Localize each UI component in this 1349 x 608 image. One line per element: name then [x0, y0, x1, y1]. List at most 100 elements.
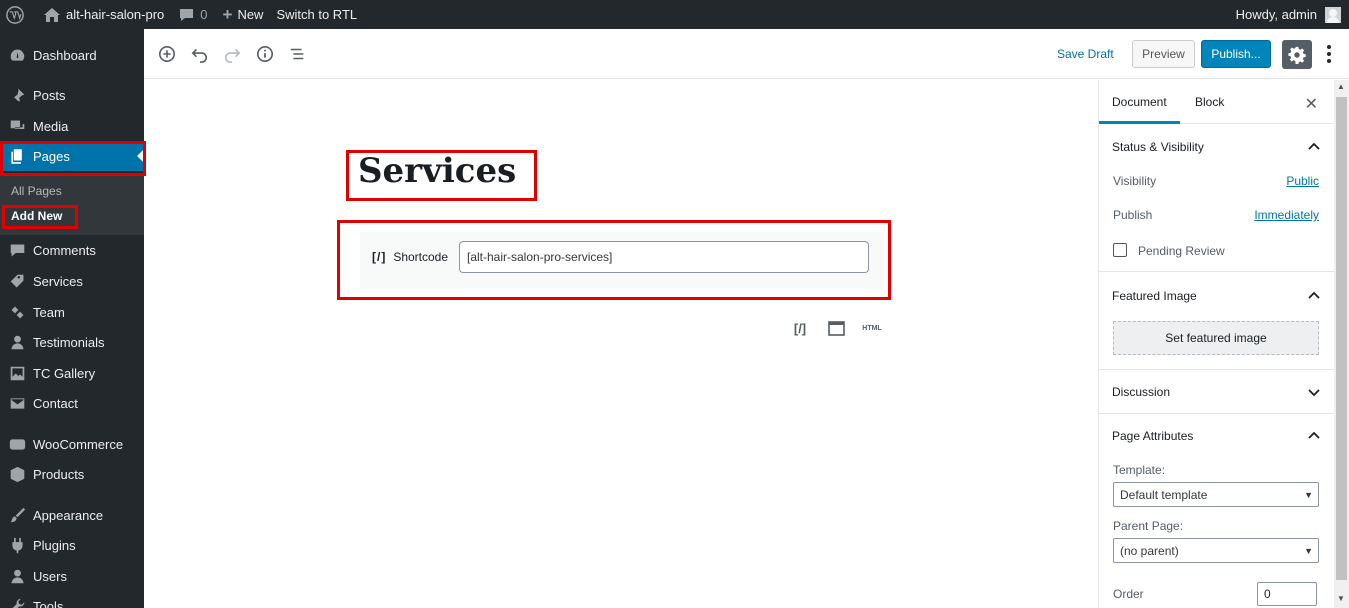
sidebar-item-dashboard[interactable]: Dashboard [0, 40, 144, 70]
tab-document[interactable]: Document [1099, 95, 1180, 124]
sidebar-item-team[interactable]: Team [0, 297, 144, 327]
sidebar-item-tc-gallery[interactable]: TC Gallery [0, 358, 144, 388]
sidebar-item-label: Comments [33, 242, 96, 258]
set-featured-image-button[interactable]: Set featured image [1113, 321, 1319, 355]
shortcode-icon: [/] [793, 320, 807, 336]
order-label: Order [1113, 587, 1144, 601]
template-label: Template: [1113, 463, 1166, 477]
sidebar-item-comments[interactable]: Comments [0, 235, 144, 265]
info-icon [256, 45, 274, 63]
wordpress-logo-icon[interactable] [0, 0, 31, 29]
visibility-link[interactable]: Public [1286, 174, 1319, 188]
insert-classic-button[interactable] [827, 320, 845, 336]
parent-page-label: Parent Page: [1113, 519, 1184, 533]
sidebar-item-contact[interactable]: Contact [0, 388, 144, 418]
publish-date-link[interactable]: Immediately [1254, 208, 1319, 222]
avatar [1325, 6, 1341, 23]
template-select-value: Default template [1120, 487, 1208, 502]
visibility-label: Visibility [1113, 174, 1157, 188]
plus-icon: + [222, 4, 233, 24]
publish-button[interactable]: Publish... [1201, 40, 1271, 68]
info-button[interactable] [254, 43, 276, 65]
preview-button[interactable]: Preview [1132, 40, 1195, 68]
sidebar-item-label: Dashboard [33, 47, 97, 63]
switch-rtl-link[interactable]: Switch to RTL [270, 0, 364, 29]
dropdown-arrow-icon: ▼ [1304, 546, 1313, 556]
comments-link[interactable]: 0 [171, 0, 214, 29]
submenu-all-pages[interactable]: All Pages [11, 184, 62, 198]
dashboard-icon [8, 46, 26, 64]
redo-button[interactable] [221, 43, 243, 65]
sidebar-item-users[interactable]: Users [0, 561, 144, 591]
block-navigation-button[interactable] [286, 43, 308, 65]
panel-tabs: Document Block ✕ [1099, 80, 1334, 124]
more-options-button[interactable] [1322, 43, 1336, 65]
pending-review-label: Pending Review [1138, 244, 1225, 258]
woo-icon [8, 435, 26, 453]
sidebar-item-tools[interactable]: Tools [0, 591, 144, 608]
sidebar-item-woocommerce[interactable]: WooCommerce [0, 429, 144, 459]
featured-image-toggle[interactable]: Featured Image [1112, 289, 1197, 303]
order-input[interactable]: 0 [1257, 582, 1317, 606]
page-attributes-toggle[interactable]: Page Attributes [1112, 429, 1193, 443]
settings-button[interactable] [1282, 40, 1312, 69]
sidebar-item-appearance[interactable]: Appearance [0, 500, 144, 530]
gallery-icon [8, 364, 26, 382]
tag-icon [8, 272, 26, 290]
team-icon [8, 303, 26, 321]
insert-html-button[interactable]: HTML [861, 320, 883, 336]
divider [1099, 271, 1334, 272]
media-icon [8, 117, 26, 135]
status-visibility-toggle[interactable]: Status & Visibility [1112, 140, 1204, 154]
sidebar-item-services[interactable]: Services [0, 266, 144, 296]
sidebar-item-label: Posts [33, 87, 66, 103]
new-content-link[interactable]: + New [215, 0, 271, 29]
pending-review-checkbox[interactable] [1113, 243, 1127, 257]
site-name-label: alt-hair-salon-pro [66, 7, 165, 22]
scroll-down-arrow-icon[interactable]: ▼ [1337, 594, 1345, 603]
sidebar-item-label: Tools [33, 598, 64, 608]
html-icon: HTML [862, 324, 882, 332]
sidebar-item-media[interactable]: Media [0, 111, 144, 141]
window-icon [827, 320, 845, 336]
chevron-up-icon[interactable] [1308, 430, 1320, 442]
sidebar-item-posts[interactable]: Posts [0, 80, 144, 110]
editor-toolbar: Save Draft Preview Publish... [144, 29, 1349, 79]
undo-button[interactable] [189, 43, 211, 65]
close-icon[interactable]: ✕ [1305, 94, 1318, 114]
parent-page-select[interactable]: (no parent) ▼ [1113, 538, 1319, 563]
sidebar-item-products[interactable]: Products [0, 459, 144, 489]
site-name-link[interactable]: alt-hair-salon-pro [31, 0, 171, 29]
admin-sidebar: Dashboard Posts Media Pages All Pages Ad… [0, 29, 144, 608]
pin-icon [8, 86, 26, 104]
divider [1099, 369, 1334, 370]
parent-page-select-value: (no parent) [1120, 543, 1179, 558]
sidebar-item-label: Services [33, 273, 83, 289]
chevron-up-icon[interactable] [1308, 290, 1320, 302]
sidebar-item-label: Appearance [33, 507, 104, 523]
scrollbar-thumb[interactable] [1336, 97, 1347, 580]
scroll-up-arrow-icon[interactable]: ▲ [1337, 82, 1345, 91]
howdy-account-link[interactable]: Howdy, admin [1236, 0, 1341, 29]
sidebar-item-plugins[interactable]: Plugins [0, 530, 144, 560]
chevron-down-icon[interactable] [1308, 386, 1320, 398]
highlight-title [346, 150, 537, 201]
settings-sidebar: Document Block ✕ Status & Visibility Vis… [1098, 80, 1334, 608]
vertical-ellipsis-icon [1327, 45, 1331, 63]
discussion-toggle[interactable]: Discussion [1112, 385, 1170, 399]
tab-block[interactable]: Block [1195, 95, 1224, 109]
sidebar-item-label: TC Gallery [33, 365, 96, 381]
chevron-up-icon[interactable] [1308, 141, 1320, 153]
brush-icon [8, 506, 26, 524]
home-icon [44, 7, 60, 22]
sidebar-item-label: Team [33, 304, 65, 320]
sidebar-item-label: Contact [33, 395, 78, 411]
users-icon [8, 567, 26, 585]
howdy-label: Howdy, admin [1235, 7, 1317, 22]
sidebar-item-label: Testimonials [33, 334, 105, 350]
sidebar-item-testimonials[interactable]: Testimonials [0, 327, 144, 357]
add-block-button[interactable] [156, 43, 178, 65]
insert-shortcode-button[interactable]: [/] [790, 320, 810, 336]
template-select[interactable]: Default template ▼ [1113, 482, 1319, 507]
save-draft-button[interactable]: Save Draft [1057, 47, 1114, 61]
